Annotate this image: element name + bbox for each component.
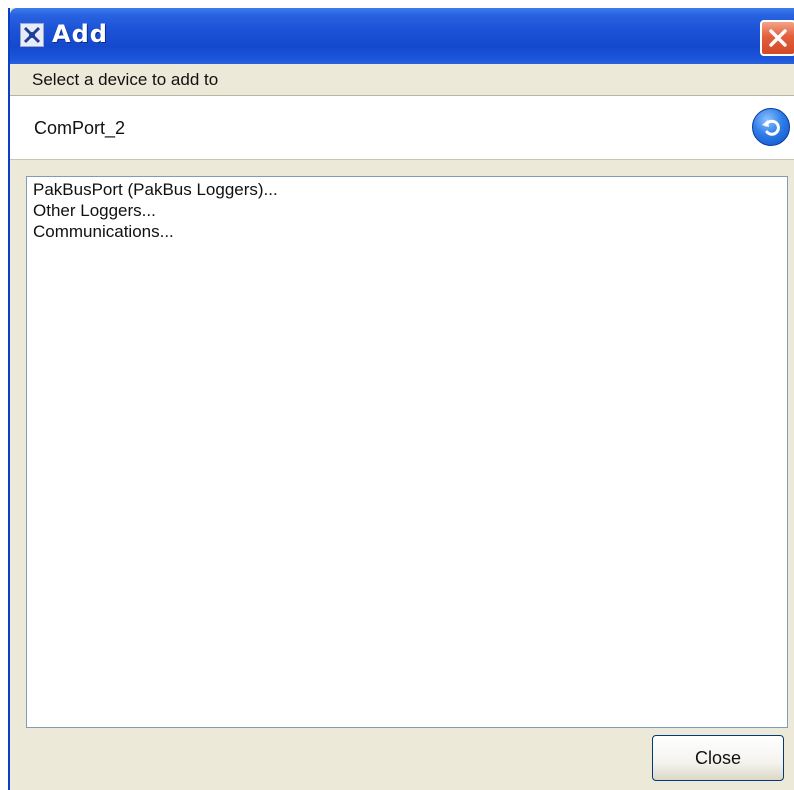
list-item-pakbusport[interactable]: PakBusPort (PakBus Loggers)... <box>33 179 781 200</box>
close-button[interactable]: Close <box>652 735 784 781</box>
instruction-text: Select a device to add to <box>32 70 219 89</box>
device-type-list[interactable]: PakBusPort (PakBus Loggers)... Other Log… <box>26 176 788 728</box>
list-item-other-loggers[interactable]: Other Loggers... <box>33 200 781 221</box>
app-icon <box>20 23 44 47</box>
window-title: Add <box>52 20 108 48</box>
instruction-header: Select a device to add to <box>10 64 794 96</box>
close-x-icon[interactable] <box>760 20 794 56</box>
current-device-label: ComPort_2 <box>34 118 126 138</box>
device-bar: ComPort_2 <box>10 96 794 160</box>
list-item-communications[interactable]: Communications... <box>33 221 781 242</box>
title-bar[interactable]: Add <box>10 8 794 64</box>
add-dialog: Add Select a device to add to ComPort_2 … <box>8 8 794 790</box>
back-arrow-icon[interactable] <box>752 108 790 146</box>
